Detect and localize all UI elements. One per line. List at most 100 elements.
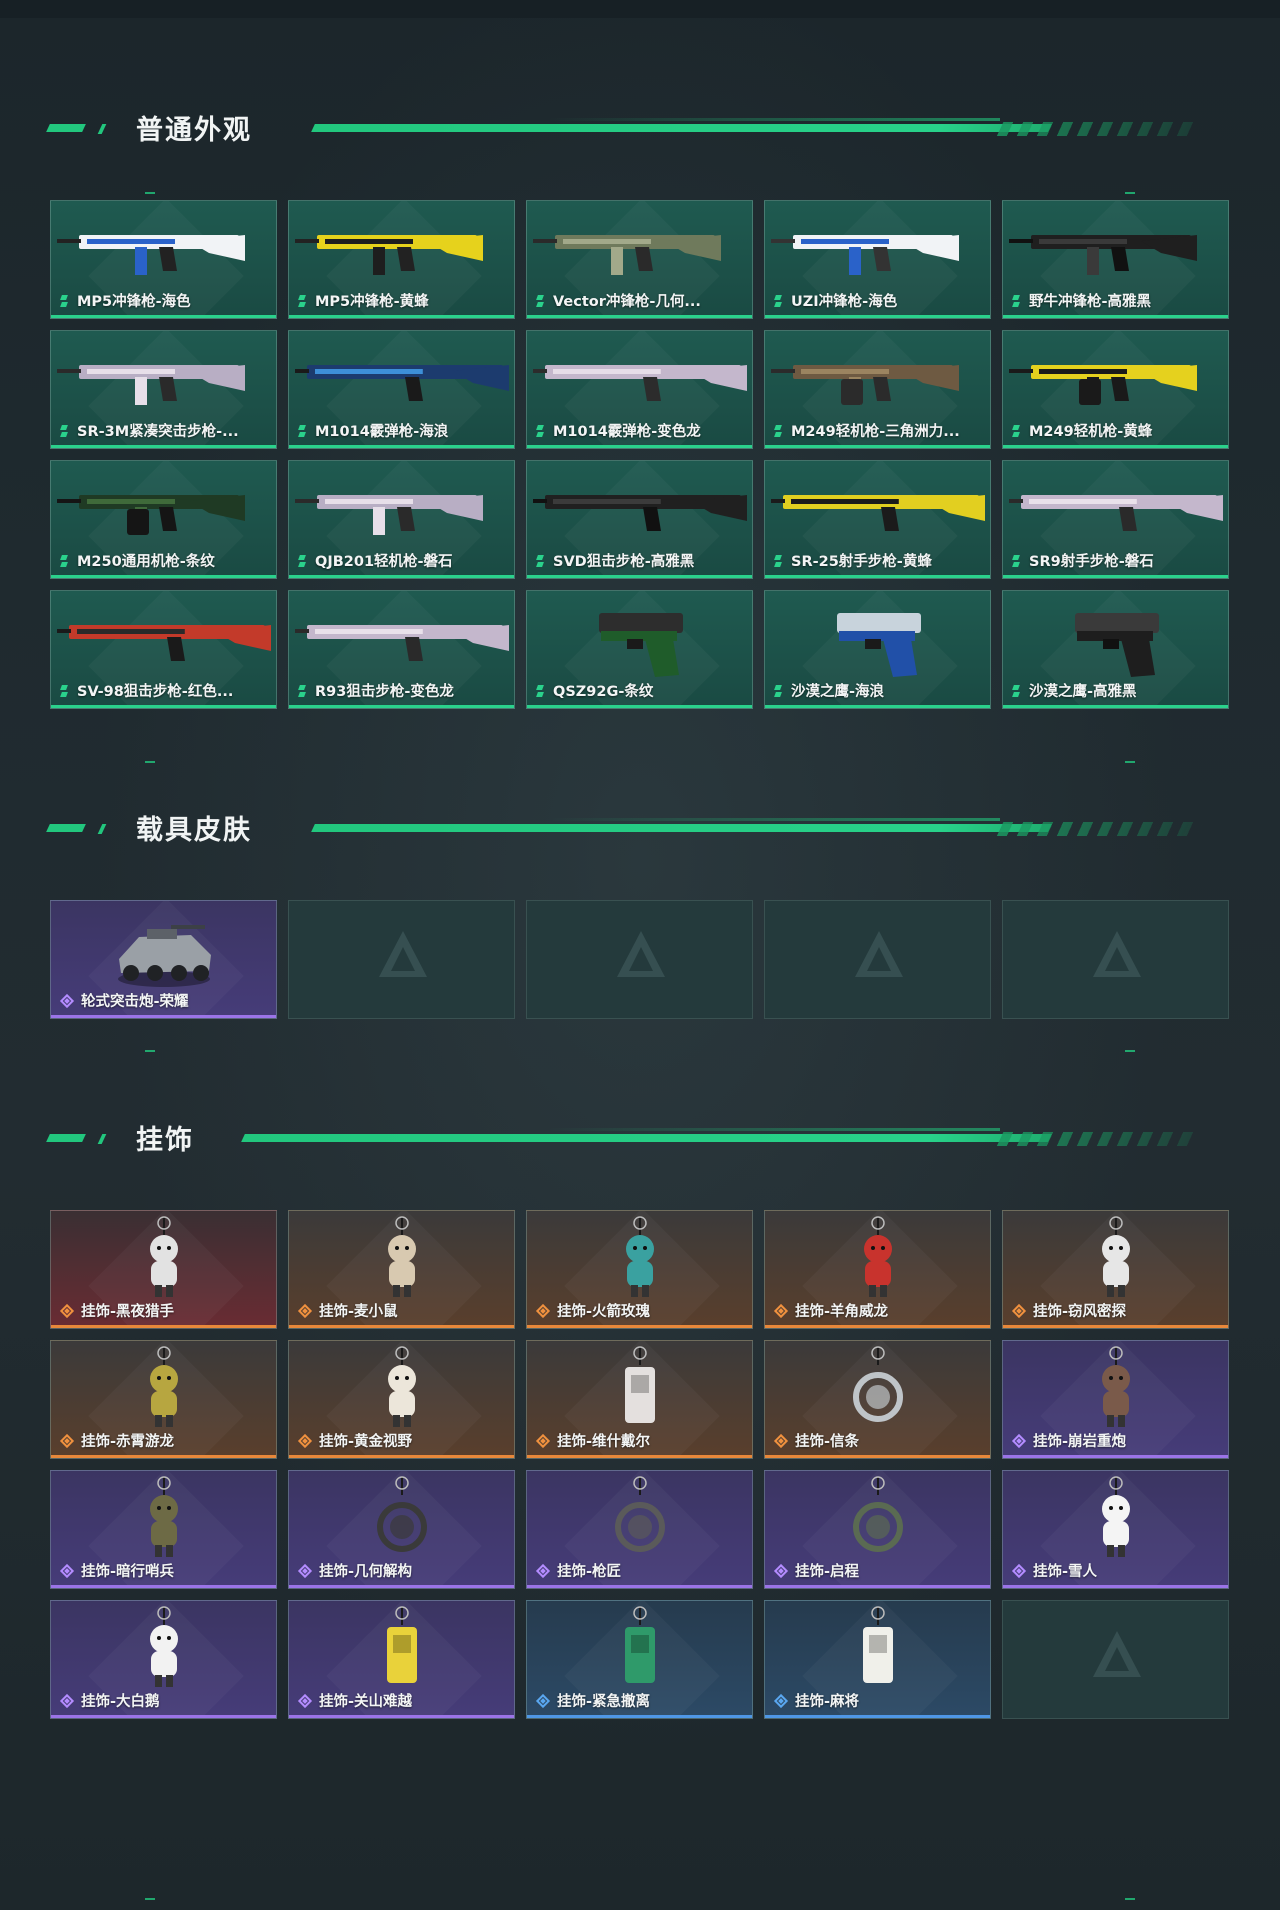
item-name: 挂饰-大白鹅	[81, 1694, 160, 1710]
item-name: 挂饰-紧急撤离	[557, 1694, 651, 1710]
item-card[interactable]: SR-25射手步枪-黄蜂	[764, 460, 991, 579]
item-card[interactable]: SR-3M紧凑突击步枪-...	[50, 330, 277, 449]
item-name: 挂饰-信条	[795, 1434, 860, 1450]
item-card[interactable]: M249轻机枪-三角洲力...	[764, 330, 991, 449]
item-label: M1014霰弹枪-变色龙	[535, 420, 746, 441]
rarity-bar	[289, 575, 514, 578]
item-label: M250通用机枪-条纹	[59, 550, 270, 571]
item-card[interactable]: 挂饰-窃风密探	[1002, 1210, 1229, 1329]
item-card[interactable]: 挂饰-崩岩重炮	[1002, 1340, 1229, 1459]
item-card[interactable]: 挂饰-关山难越	[288, 1600, 515, 1719]
rarity-icon	[535, 555, 547, 567]
item-card[interactable]: QSZ92G-条纹	[526, 590, 753, 709]
header-accent-dash	[97, 124, 107, 134]
item-image	[387, 1606, 417, 1683]
item-image	[57, 495, 245, 535]
rarity-icon	[59, 993, 75, 1009]
rarity-bar	[289, 1325, 514, 1328]
item-card[interactable]: M1014霰弹枪-海浪	[288, 330, 515, 449]
item-image	[295, 235, 483, 275]
item-card[interactable]: 野牛冲锋枪-高雅黑	[1002, 200, 1229, 319]
item-image	[1075, 613, 1159, 677]
item-name: M249轻机枪-黄蜂	[1029, 424, 1153, 440]
item-label: M249轻机枪-黄蜂	[1011, 420, 1222, 441]
item-label: QSZ92G-条纹	[535, 680, 746, 701]
item-card[interactable]: MP5冲锋枪-海色	[50, 200, 277, 319]
rarity-icon	[1011, 425, 1023, 437]
rarity-bar	[527, 575, 752, 578]
item-name: 挂饰-启程	[795, 1564, 860, 1580]
rarity-icon	[1011, 1303, 1027, 1319]
header-accent-dash	[46, 824, 86, 832]
empty-slot	[1002, 1600, 1229, 1719]
header-accent-line-thin	[548, 818, 1000, 821]
rarity-icon	[297, 1563, 313, 1579]
item-name: 挂饰-羊角威龙	[795, 1304, 889, 1320]
rarity-bar	[765, 575, 990, 578]
item-label: 挂饰-麦小鼠	[297, 1300, 508, 1321]
item-image	[863, 1606, 893, 1683]
item-label: 挂饰-黄金视野	[297, 1430, 508, 1451]
item-card[interactable]: M250通用机枪-条纹	[50, 460, 277, 579]
rarity-bar	[527, 445, 752, 448]
rarity-icon	[773, 295, 785, 307]
item-image	[533, 365, 747, 401]
item-card[interactable]: 挂饰-雪人	[1002, 1470, 1229, 1589]
item-card[interactable]: 轮式突击炮-荣耀	[50, 900, 277, 1019]
item-card[interactable]: R93狙击步枪-变色龙	[288, 590, 515, 709]
placeholder-logo-icon	[1093, 1631, 1141, 1677]
rarity-icon	[1011, 1563, 1027, 1579]
item-card[interactable]: UZI冲锋枪-海色	[764, 200, 991, 319]
item-card[interactable]: 挂饰-信条	[764, 1340, 991, 1459]
item-image	[625, 1346, 655, 1423]
item-card[interactable]: 挂饰-赤霄游龙	[50, 1340, 277, 1459]
item-image	[599, 613, 683, 677]
item-card[interactable]: 挂饰-紧急撤离	[526, 1600, 753, 1719]
top-bar	[0, 0, 1280, 18]
item-card[interactable]: 挂饰-火箭玫瑰	[526, 1210, 753, 1329]
rarity-icon	[59, 1433, 75, 1449]
item-label: UZI冲锋枪-海色	[773, 290, 984, 311]
item-card[interactable]: Vector冲锋枪-几何...	[526, 200, 753, 319]
rarity-bar	[289, 1715, 514, 1718]
item-card[interactable]: 挂饰-暗行哨兵	[50, 1470, 277, 1589]
item-label: 挂饰-火箭玫瑰	[535, 1300, 746, 1321]
item-card[interactable]: 挂饰-大白鹅	[50, 1600, 277, 1719]
rarity-bar	[289, 705, 514, 708]
item-label: 挂饰-崩岩重炮	[1011, 1430, 1222, 1451]
item-card[interactable]: 挂饰-启程	[764, 1470, 991, 1589]
item-card[interactable]: SR9射手步枪-磐石	[1002, 460, 1229, 579]
section-header-charms: 挂饰	[46, 1116, 1204, 1156]
item-name: SR-3M紧凑突击步枪-...	[77, 424, 239, 440]
header-accent-line-thin	[548, 118, 1000, 121]
item-image	[533, 495, 747, 531]
item-card[interactable]: SVD狙击步枪-高雅黑	[526, 460, 753, 579]
item-card[interactable]: 挂饰-麻将	[764, 1600, 991, 1719]
item-card[interactable]: 挂饰-羊角威龙	[764, 1210, 991, 1329]
corner-tick	[145, 1050, 155, 1052]
item-name: MP5冲锋枪-海色	[77, 294, 191, 310]
item-card[interactable]: 挂饰-黄金视野	[288, 1340, 515, 1459]
rarity-bar	[51, 1455, 276, 1458]
item-card[interactable]: 沙漠之鹰-高雅黑	[1002, 590, 1229, 709]
item-card[interactable]: 挂饰-麦小鼠	[288, 1210, 515, 1329]
rarity-bar	[1003, 1325, 1228, 1328]
item-card[interactable]: 挂饰-几何解构	[288, 1470, 515, 1589]
item-card[interactable]: MP5冲锋枪-黄蜂	[288, 200, 515, 319]
item-card[interactable]: 沙漠之鹰-海浪	[764, 590, 991, 709]
item-image	[626, 1216, 654, 1297]
header-checker-pattern	[996, 822, 1204, 836]
item-name: 沙漠之鹰-高雅黑	[1029, 684, 1137, 700]
item-card[interactable]: 挂饰-枪匠	[526, 1470, 753, 1589]
item-label: 挂饰-启程	[773, 1560, 984, 1581]
corner-tick	[1125, 1050, 1135, 1052]
item-card[interactable]: QJB201轻机枪-磐石	[288, 460, 515, 579]
item-card[interactable]: 挂饰-黑夜猎手	[50, 1210, 277, 1329]
item-card[interactable]: 挂饰-维什戴尔	[526, 1340, 753, 1459]
rarity-icon	[59, 1563, 75, 1579]
item-image	[853, 1346, 903, 1422]
item-card[interactable]: M1014霰弹枪-变色龙	[526, 330, 753, 449]
item-card[interactable]: M249轻机枪-黄蜂	[1002, 330, 1229, 449]
item-image	[150, 1606, 178, 1687]
item-card[interactable]: SV-98狙击步枪-红色...	[50, 590, 277, 709]
